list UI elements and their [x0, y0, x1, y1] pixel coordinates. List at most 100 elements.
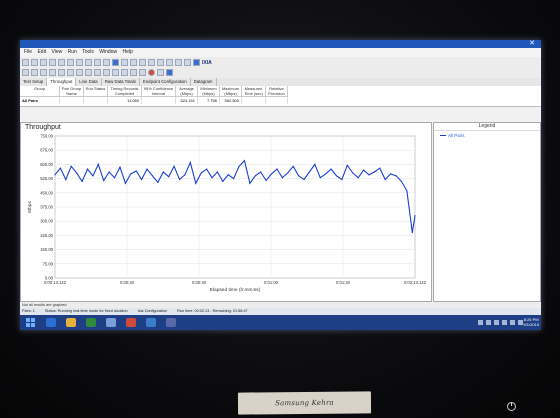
back-icon[interactable]: [22, 69, 29, 76]
tab-test-setup[interactable]: Test Setup: [20, 78, 48, 86]
file-explorer-icon[interactable]: [66, 318, 76, 327]
table-header: Group Pair Group Name Run Status Timing …: [20, 86, 288, 97]
protocol-icon-4[interactable]: [148, 59, 155, 66]
protocol-icon-3[interactable]: [139, 59, 146, 66]
ixchariot-icon[interactable]: [146, 318, 156, 327]
options-icon[interactable]: [103, 69, 110, 76]
app-icon-2[interactable]: [126, 318, 136, 327]
data-point: [390, 173, 392, 175]
run-icon[interactable]: [112, 59, 119, 66]
clock[interactable]: 8:25 PM 9/1/2015: [523, 317, 539, 327]
start-button[interactable]: [26, 318, 35, 327]
report-icon[interactable]: [112, 69, 119, 76]
brand-logo: IXIA: [202, 59, 212, 66]
tray-icon[interactable]: [494, 320, 499, 325]
print-icon[interactable]: [49, 59, 56, 66]
tab-line-data[interactable]: Line Data: [76, 78, 102, 86]
new-icon[interactable]: [22, 59, 29, 66]
paste-icon[interactable]: [76, 59, 83, 66]
refresh-icon[interactable]: [40, 69, 47, 76]
tab-datagram[interactable]: Datagram: [191, 78, 217, 86]
status-pairs: Pairs: 1: [22, 309, 35, 313]
data-point: [195, 182, 197, 184]
pause-icon[interactable]: [139, 69, 146, 76]
export-icon[interactable]: [94, 69, 101, 76]
add-pair-icon[interactable]: [85, 59, 92, 66]
copy-icon[interactable]: [67, 59, 74, 66]
volume-icon[interactable]: [518, 320, 523, 325]
tab-raw-data-totals[interactable]: Raw Data Totals: [102, 78, 140, 86]
menu-window[interactable]: Window: [99, 49, 117, 55]
column-header[interactable]: Maximum (Mbps): [220, 86, 242, 97]
network-icon[interactable]: [510, 320, 515, 325]
excel-icon[interactable]: [86, 318, 96, 327]
menu-file[interactable]: File: [24, 49, 32, 55]
tray-icon[interactable]: [486, 320, 491, 325]
tray-icon[interactable]: [502, 320, 507, 325]
info-icon[interactable]: [193, 59, 200, 66]
tray-icon[interactable]: [478, 320, 483, 325]
menu-tools[interactable]: Tools: [82, 49, 94, 55]
zoom-icon[interactable]: [49, 69, 56, 76]
window-close-button[interactable]: ✕: [527, 40, 537, 48]
tab-throughput[interactable]: Throughput: [47, 78, 77, 86]
help-icon[interactable]: [166, 69, 173, 76]
table-row[interactable]: All Pairs 11,060 524.151 7.756 582.500: [20, 97, 288, 104]
column-header[interactable]: Relative Precision: [266, 86, 288, 97]
protocol-icon-2[interactable]: [130, 59, 137, 66]
column-header[interactable]: Minimum (Mbps): [198, 86, 220, 97]
column-header[interactable]: Group: [20, 86, 60, 97]
stop-icon[interactable]: [148, 69, 155, 76]
chart-title: Throughput: [25, 124, 61, 131]
legend-item-all-pairs[interactable]: All Pairs: [440, 133, 540, 138]
table-icon[interactable]: [85, 69, 92, 76]
row-label: All Pairs: [20, 97, 60, 104]
protocol-icon-7[interactable]: [175, 59, 182, 66]
data-point: [200, 172, 202, 174]
settings-icon[interactable]: [121, 69, 128, 76]
open-icon[interactable]: [31, 59, 38, 66]
ie-icon[interactable]: [46, 318, 56, 327]
abort-icon[interactable]: [157, 69, 164, 76]
protocol-icon[interactable]: [121, 59, 128, 66]
protocol-icon-5[interactable]: [157, 59, 164, 66]
save-icon[interactable]: [40, 59, 47, 66]
legend-pane: Legend All Pairs: [433, 122, 541, 302]
data-point: [411, 231, 413, 234]
sort-icon[interactable]: [67, 69, 74, 76]
legend-title: Legend: [434, 123, 540, 131]
protocol-icon-6[interactable]: [166, 59, 173, 66]
column-header[interactable]: Average (Mbps): [176, 86, 198, 97]
x-tick-label: 0:00:13.142: [44, 280, 67, 285]
app-icon-3[interactable]: [166, 318, 176, 327]
cut-icon[interactable]: [58, 59, 65, 66]
app-icon[interactable]: [106, 318, 116, 327]
column-header[interactable]: Measured Time (sec): [242, 86, 266, 97]
menu-run[interactable]: Run: [68, 49, 77, 55]
menu-help[interactable]: Help: [122, 49, 132, 55]
delete-icon[interactable]: [103, 59, 110, 66]
edit-icon[interactable]: [94, 59, 101, 66]
data-point: [70, 165, 72, 167]
filter-icon[interactable]: [58, 69, 65, 76]
tab-endpoint-configuration[interactable]: Endpoint Configuration: [140, 78, 191, 86]
column-header[interactable]: 95% Confidence Interval: [142, 86, 176, 97]
data-point: [211, 177, 213, 179]
data-point: [119, 166, 121, 168]
protocol-icon-8[interactable]: [184, 59, 191, 66]
graph-icon[interactable]: [76, 69, 83, 76]
x-tick-label: 0:01:00: [264, 280, 279, 285]
throughput-chart: 0.0075.00150.00225.00300.00375.00450.005…: [27, 134, 427, 294]
data-point: [103, 179, 105, 182]
forward-icon[interactable]: [31, 69, 38, 76]
menu-edit[interactable]: Edit: [37, 49, 46, 55]
data-point: [287, 172, 289, 174]
column-header[interactable]: Timing Records Completed: [108, 86, 142, 97]
data-point: [276, 168, 278, 170]
y-tick-label: 675.00: [40, 148, 53, 153]
menu-view[interactable]: View: [51, 49, 62, 55]
column-header[interactable]: Run Status: [84, 86, 108, 97]
column-header[interactable]: Pair Group Name: [60, 86, 84, 97]
result-tabs: Test Setup Throughput Line Data Raw Data…: [20, 78, 541, 86]
window-icon[interactable]: [130, 69, 137, 76]
